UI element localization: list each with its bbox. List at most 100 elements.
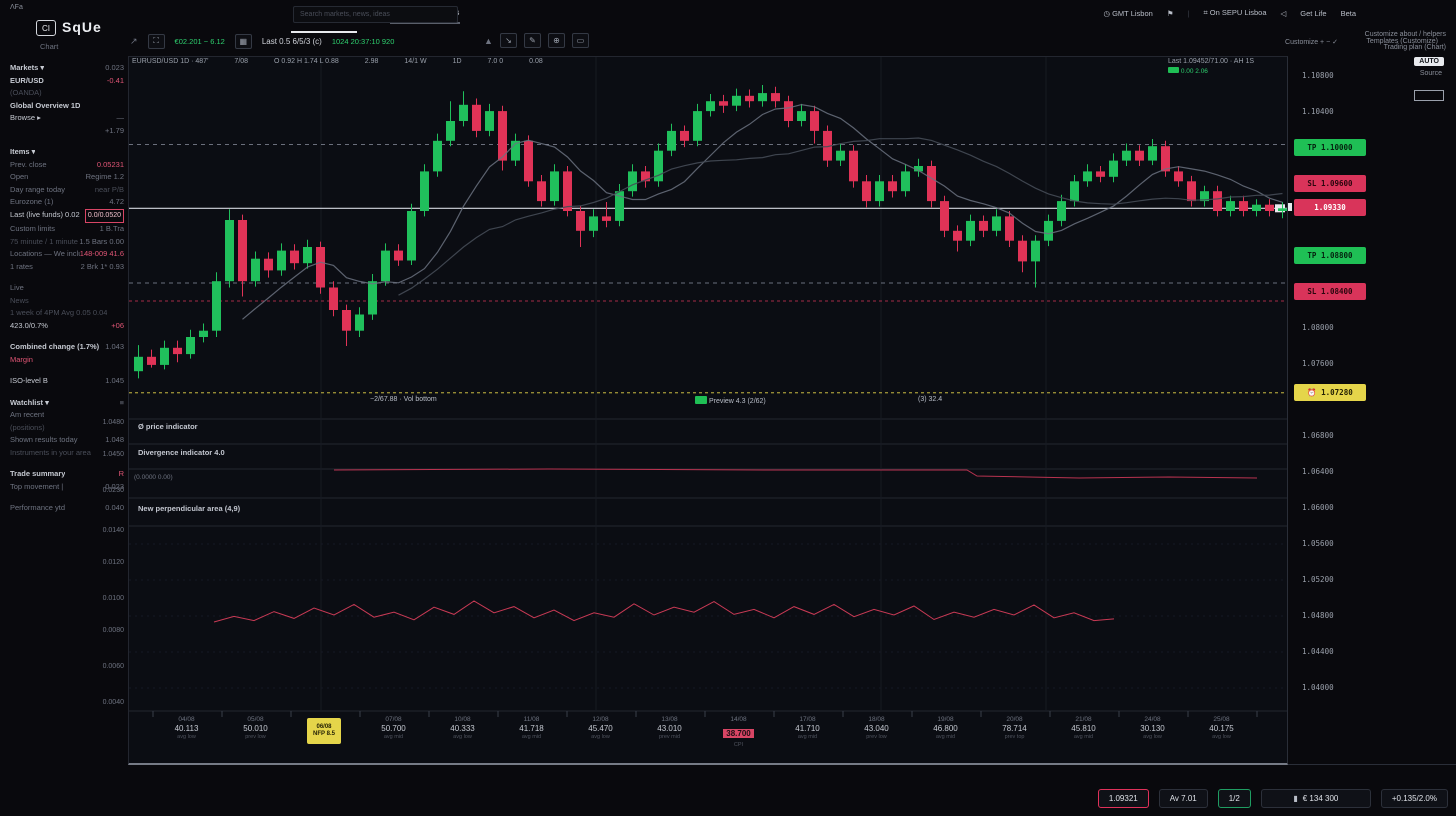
top-menu-item-3[interactable]: ⌗ On SEPU Lisboa bbox=[1204, 8, 1267, 18]
top-menu-item-4[interactable]: ◁ bbox=[1281, 9, 1287, 18]
customize-toolbar-label[interactable]: Customize + − ✓ bbox=[1285, 38, 1338, 46]
pane3-label[interactable]: New perpendicular area (4,9) bbox=[138, 504, 240, 513]
balance-button[interactable]: ▮€ 134 300 bbox=[1261, 789, 1371, 808]
sidebar-row-1[interactable]: EUR/USD-0.41 bbox=[10, 75, 124, 88]
price-label-4: 1.06800 bbox=[1302, 431, 1334, 440]
sidebar-row-22[interactable]: ISO-level B1.045 bbox=[10, 375, 124, 388]
sidebar-row-value: -0.41 bbox=[107, 75, 124, 88]
draw-tool-4[interactable]: ▭ bbox=[572, 33, 589, 48]
top-menu-item-0[interactable]: ◷ GMT Lisbon bbox=[1103, 9, 1152, 18]
timeline-cell-7[interactable]: 13/0843.010prev mid bbox=[635, 716, 704, 740]
left-axis-value-8: 0.0040 bbox=[94, 699, 124, 706]
timeline-cell-8[interactable]: 14/0838.700CPI bbox=[704, 716, 773, 748]
sidebar-row-17[interactable]: News bbox=[10, 295, 124, 308]
pane1-label[interactable]: Ø price indicator bbox=[138, 422, 198, 431]
sidebar-row-label: Day range today bbox=[10, 184, 65, 197]
sidebar-row-28[interactable]: Trade summaryR bbox=[10, 468, 124, 481]
timeline-news-marker[interactable]: 06/08NFP 8.5 bbox=[307, 718, 341, 744]
sidebar-row-21[interactable]: Margin bbox=[10, 354, 124, 367]
sidebar-row-18[interactable]: 1 week of 4PM Avg 0.05 0.04 bbox=[10, 307, 124, 320]
ratio-button[interactable]: 1/2 bbox=[1218, 789, 1251, 808]
sidebar-row-5[interactable]: +1.79 bbox=[10, 125, 124, 138]
amount-button[interactable]: Av 7.01 bbox=[1159, 789, 1208, 808]
sidebar-row-3[interactable]: Global Overview 1D bbox=[10, 100, 124, 113]
timeline-cell-10[interactable]: 18/0843.040prev low bbox=[842, 716, 911, 740]
price-tag-sl-1[interactable]: SL 1.09600 bbox=[1294, 175, 1366, 192]
timeline-cell-3[interactable]: 07/0850.700avg mid bbox=[359, 716, 428, 740]
timeline-date: 17/08 bbox=[773, 716, 842, 723]
share-icon[interactable]: ↗ bbox=[130, 36, 138, 47]
draw-tool-0[interactable]: ▲ bbox=[484, 36, 493, 46]
brand-logo-icon[interactable]: CI bbox=[36, 20, 56, 36]
timeline-date: 07/08 bbox=[359, 716, 428, 723]
timeline-cell-12[interactable]: 20/0878.714prev top bbox=[980, 716, 1049, 740]
sidebar-row-14[interactable]: Locations — We include148-009 41.6 bbox=[10, 248, 124, 261]
sell-button[interactable]: 1.09321 bbox=[1098, 789, 1149, 808]
price-scale[interactable]: AUTO Source 1.108001.104001.080001.07600… bbox=[1288, 56, 1456, 765]
sidebar-row-4[interactable]: Browse ▸— bbox=[10, 112, 124, 125]
sidebar-row-9[interactable]: Day range todaynear P/B bbox=[10, 184, 124, 197]
sidebar-row-8[interactable]: OpenRegime 1.2 bbox=[10, 171, 124, 184]
tab-last-price[interactable]: Last 0.5 6/5/3 (c) bbox=[262, 37, 322, 46]
amount-button-label: Av 7.01 bbox=[1170, 794, 1197, 803]
sidebar-row-12[interactable]: Custom limits1 B.Tra bbox=[10, 223, 124, 236]
sidebar-row-26[interactable]: Shown results today1.048 bbox=[10, 434, 124, 447]
sidebar-row-label: Eurozone (1) bbox=[10, 196, 53, 209]
price-tag-cur-2[interactable]: 1.09330 bbox=[1294, 199, 1366, 216]
sidebar-row-30[interactable]: Performance ytd0.040 bbox=[10, 502, 124, 515]
screenshot-icon[interactable]: ⛶ bbox=[148, 34, 165, 49]
legend-item-5: 1D bbox=[453, 58, 462, 65]
sidebar-row-23[interactable]: Watchlist ▾≡ bbox=[10, 397, 124, 410]
chart-area[interactable] bbox=[128, 56, 1288, 765]
pane2-label[interactable]: Divergence indicator 4.0 bbox=[138, 448, 225, 457]
sidebar-row-16[interactable]: Live bbox=[10, 282, 124, 295]
price-tag-sl-4[interactable]: SL 1.08400 bbox=[1294, 283, 1366, 300]
search-placeholder: Search markets, news, ideas bbox=[300, 11, 390, 18]
sidebar-row-0[interactable]: Markets ▾0.023 bbox=[10, 62, 124, 75]
timeline-cell-4[interactable]: 10/0840.333avg low bbox=[428, 716, 497, 740]
main-chart-canvas[interactable] bbox=[129, 57, 1287, 762]
top-menu-item-1[interactable]: ⚑ bbox=[1167, 9, 1174, 18]
top-menu-item-6[interactable]: Beta bbox=[1341, 9, 1356, 18]
sidebar-row-2[interactable]: (OANDA) bbox=[10, 87, 124, 100]
timeline-cell-6[interactable]: 12/0845.470avg low bbox=[566, 716, 635, 740]
pnl-button[interactable]: +0.135/2.0% bbox=[1381, 789, 1448, 808]
timeline-cell-1[interactable]: 05/0850.010prev low bbox=[221, 716, 290, 740]
auto-scale-badge[interactable]: AUTO bbox=[1414, 57, 1444, 66]
timeline-cell-15[interactable]: 25/0840.175avg low bbox=[1187, 716, 1256, 740]
grid-layout-icon[interactable]: ▦ bbox=[235, 34, 252, 49]
sidebar-row-label: Browse ▸ bbox=[10, 112, 41, 125]
top-menu-item-5[interactable]: Get Life bbox=[1300, 9, 1326, 18]
draw-tool-1[interactable]: ↘ bbox=[500, 33, 517, 48]
sidebar-row-value: ≡ bbox=[120, 397, 124, 410]
sidebar-row-label: (positions) bbox=[10, 422, 45, 435]
timeline-cell-14[interactable]: 24/0830.130avg low bbox=[1118, 716, 1187, 740]
price-tag-tp-3[interactable]: TP 1.08800 bbox=[1294, 247, 1366, 264]
brand-name: SqUe bbox=[62, 19, 102, 35]
left-axis-value-5: 0.0100 bbox=[94, 595, 124, 602]
timeline-cell-0[interactable]: 04/0840.113avg low bbox=[152, 716, 221, 740]
timeline-cell-5[interactable]: 11/0841.718avg mid bbox=[497, 716, 566, 740]
sidebar-row-20[interactable]: Combined change (1.7%)1.043 bbox=[10, 341, 124, 354]
draw-tool-2[interactable]: ✎ bbox=[524, 33, 541, 48]
sidebar-row-13[interactable]: 75 minute / 1 minute1.5 Bars 0.00 bbox=[10, 236, 124, 249]
preview-flag-icon bbox=[695, 396, 707, 404]
timeline-cell-11[interactable]: 19/0846.800avg mid bbox=[911, 716, 980, 740]
legend-item-7: 0.08 bbox=[529, 58, 543, 65]
scale-settings-box[interactable] bbox=[1414, 90, 1444, 101]
draw-tool-3[interactable]: ⊕ bbox=[548, 33, 565, 48]
search-input[interactable]: Search markets, news, ideas bbox=[293, 6, 458, 23]
templates-label[interactable]: Templates (Customize) bbox=[1366, 38, 1438, 45]
price-tag-alert-5[interactable]: ⏰ 1.07280 bbox=[1294, 384, 1366, 401]
price-tag-tp-0[interactable]: TP 1.10000 bbox=[1294, 139, 1366, 156]
timeline-cell-9[interactable]: 17/0841.710avg mid bbox=[773, 716, 842, 740]
sidebar-row-15[interactable]: 1 rates2 Brk 1* 0.93 bbox=[10, 261, 124, 274]
sidebar-row-7[interactable]: Prev. close0.05231 bbox=[10, 159, 124, 172]
preview-annotation[interactable]: Preview 4.3 (2/62) bbox=[695, 396, 766, 405]
sidebar-row-6[interactable]: Items ▾ bbox=[10, 146, 124, 159]
sidebar-row-19[interactable]: 423.0/0.7%+06 bbox=[10, 320, 124, 333]
timeline-value: 45.810 bbox=[1049, 724, 1118, 733]
sidebar-row-11[interactable]: Last (live funds) 0.020.0/0.0520 bbox=[10, 209, 124, 224]
timeline-cell-13[interactable]: 21/0845.810avg mid bbox=[1049, 716, 1118, 740]
sidebar-row-10[interactable]: Eurozone (1)4.72 bbox=[10, 196, 124, 209]
